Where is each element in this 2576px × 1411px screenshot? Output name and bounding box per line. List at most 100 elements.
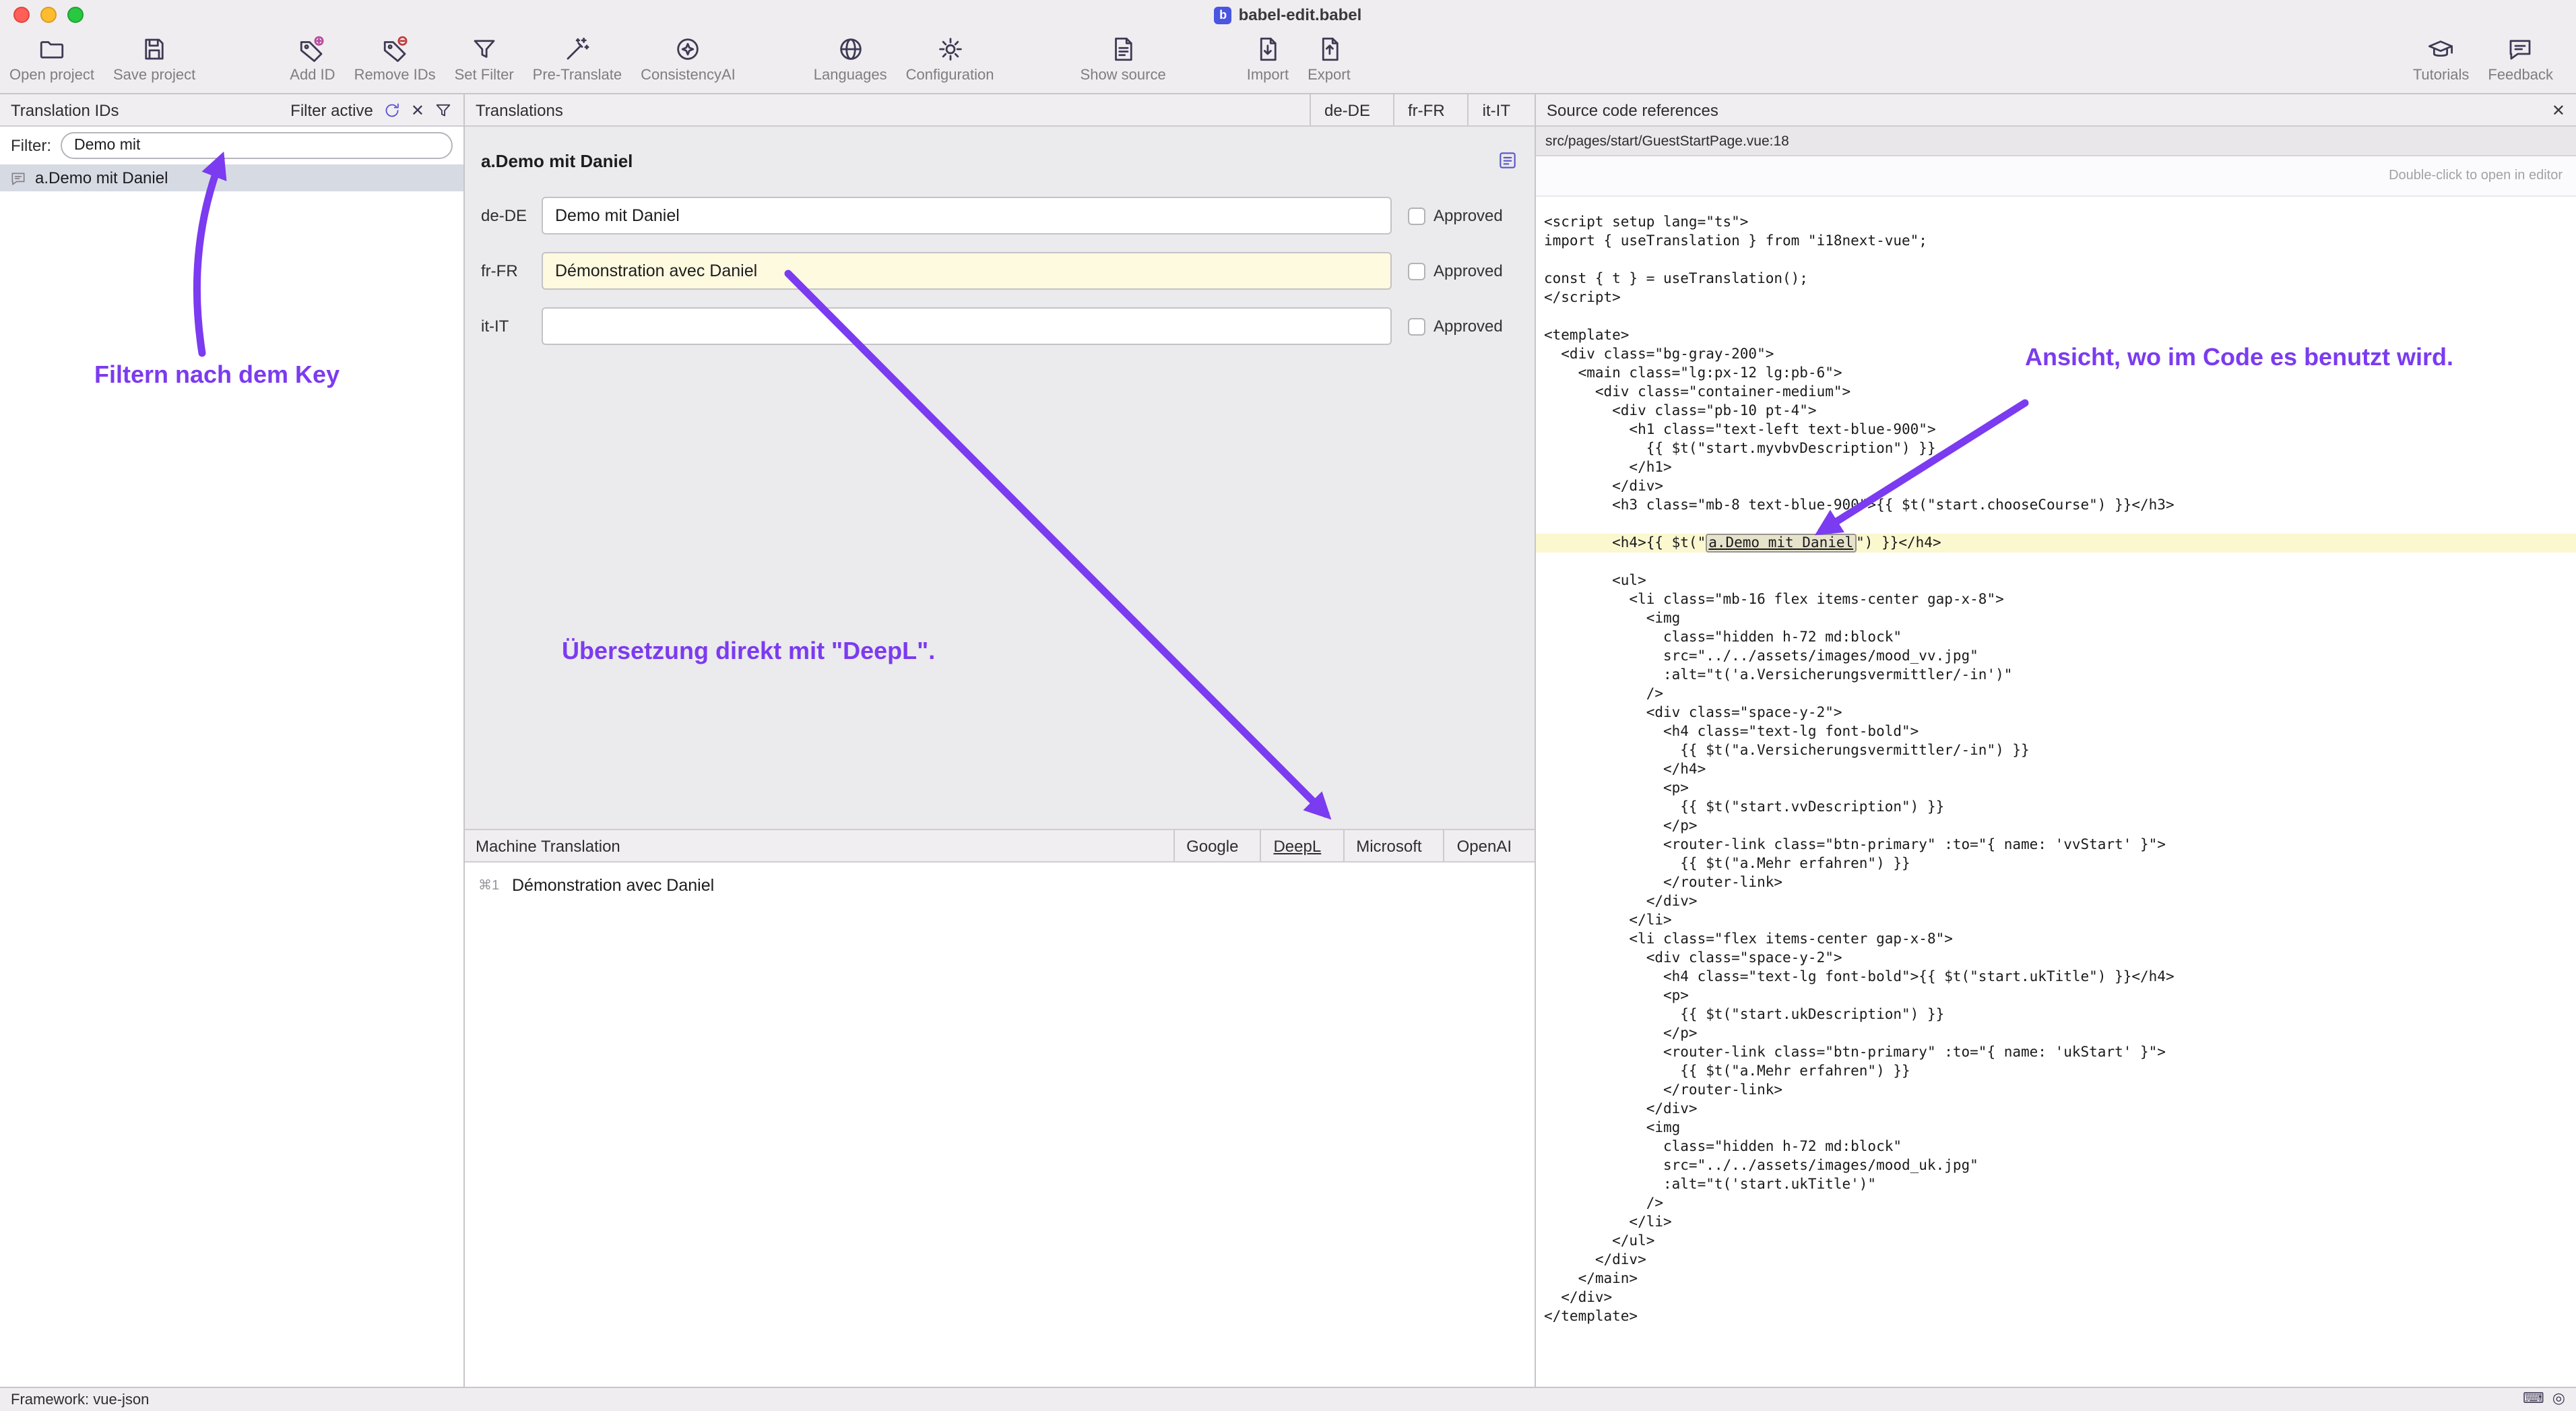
minimize-window-button[interactable] xyxy=(40,7,57,23)
code-line: <h3 class="mb-8 text-blue-900">{{ $t("st… xyxy=(1544,496,2576,515)
target-icon[interactable]: ◎ xyxy=(2552,1392,2565,1407)
source-references-header: Source code references ✕ xyxy=(1536,94,2576,127)
panel-title: Translation IDs xyxy=(11,100,119,119)
toolbar-label: Export xyxy=(1308,67,1351,84)
close-panel-icon[interactable]: ✕ xyxy=(2552,100,2565,119)
toolbar-tutorials[interactable]: Tutorials xyxy=(2404,34,2479,85)
translation-ids-panel: Translation IDs Filter active ✕ Filter: … xyxy=(0,94,465,1387)
code-line: {{ $t("start.vvDescription") }} xyxy=(1544,798,2576,817)
highlighted-translation-key[interactable]: a.Demo mit Daniel xyxy=(1706,534,1856,553)
approved-checkbox-de-DE[interactable] xyxy=(1408,207,1425,224)
code-line: {{ $t("a.Mehr erfahren") }} xyxy=(1544,1062,2576,1081)
toolbar-feedback[interactable]: Feedback xyxy=(2478,34,2563,85)
code-line: </p> xyxy=(1544,1024,2576,1043)
code-line: <template> xyxy=(1544,326,2576,345)
toolbar-label: Save project xyxy=(113,67,195,84)
filter-input[interactable] xyxy=(61,132,453,159)
toolbar-show-source[interactable]: Show source xyxy=(1071,34,1176,85)
mt-shortcut: ⌘1 xyxy=(478,878,500,893)
provider-openai-button[interactable]: OpenAI xyxy=(1444,830,1524,861)
code-line: </div> xyxy=(1544,1100,2576,1119)
code-line: </li> xyxy=(1544,1213,2576,1232)
document-icon xyxy=(1109,35,1137,63)
funnel-icon xyxy=(470,35,498,63)
code-line: :alt="t('start.ukTitle')" xyxy=(1544,1175,2576,1194)
mt-suggestion-row[interactable]: ⌘1 Démonstration avec Daniel xyxy=(465,873,1535,898)
provider-google-button[interactable]: Google xyxy=(1173,830,1250,861)
keyboard-icon[interactable]: ⌨ xyxy=(2523,1392,2544,1407)
translation-row-fr-FR: fr-FR Approved xyxy=(481,252,1518,290)
window-chrome: b babel-edit.babel Open project Save pro… xyxy=(0,0,2576,94)
provider-deepl-button[interactable]: DeepL xyxy=(1260,830,1333,861)
toolbar-pre-translate[interactable]: Pre-Translate xyxy=(523,34,631,85)
code-line: </router-link> xyxy=(1544,1081,2576,1100)
refresh-filter-icon[interactable] xyxy=(383,100,401,119)
approved-checkbox-it-IT[interactable] xyxy=(1408,317,1425,335)
filter-active-label: Filter active xyxy=(290,100,373,119)
approved-checkbox-fr-FR[interactable] xyxy=(1408,262,1425,280)
toolbar-consistency-ai[interactable]: ConsistencyAI xyxy=(631,34,745,85)
translation-row-de-DE: de-DE Approved xyxy=(481,197,1518,234)
window-title: b babel-edit.babel xyxy=(1215,5,1362,24)
code-line: <router-link class="btn-primary" :to="{ … xyxy=(1544,836,2576,854)
translation-input-it-IT[interactable] xyxy=(542,307,1392,345)
jump-it-IT-button[interactable]: it-IT xyxy=(1468,94,1524,125)
code-line: class="hidden h-72 md:block" xyxy=(1544,1137,2576,1156)
code-line: <h1 class="text-left text-blue-900"> xyxy=(1544,420,2576,439)
code-line: </h1> xyxy=(1544,458,2576,477)
code-line: </main> xyxy=(1544,1269,2576,1288)
panel-title: Machine Translation xyxy=(476,836,620,855)
toolbar-label: Set Filter xyxy=(455,67,514,84)
toolbar-add-id[interactable]: Add ID xyxy=(280,34,344,85)
clear-filter-icon[interactable]: ✕ xyxy=(411,100,424,119)
translation-input-fr-FR[interactable] xyxy=(542,252,1392,290)
code-line: import { useTranslation } from "i18next-… xyxy=(1544,232,2576,251)
translation-input-de-DE[interactable] xyxy=(542,197,1392,234)
toolbar-languages[interactable]: Languages xyxy=(804,34,897,85)
toolbar-open-project[interactable]: Open project xyxy=(0,34,104,85)
toolbar-save-project[interactable]: Save project xyxy=(104,34,205,85)
source-references-panel: Source code references ✕ src/pages/start… xyxy=(1535,94,2576,1387)
toolbar-configuration[interactable]: Configuration xyxy=(897,34,1004,85)
language-label: it-IT xyxy=(481,317,542,336)
toolbar-label: ConsistencyAI xyxy=(641,67,736,84)
globe-icon xyxy=(836,35,864,63)
translation-id-item[interactable]: a.Demo mit Daniel xyxy=(0,164,463,191)
comment-icon[interactable] xyxy=(1497,150,1518,171)
toolbar-label: Import xyxy=(1247,67,1289,84)
toolbar-label: Configuration xyxy=(906,67,994,84)
close-window-button[interactable] xyxy=(13,7,30,23)
filter-icon[interactable] xyxy=(434,100,453,119)
toolbar-import[interactable]: Import xyxy=(1237,34,1298,85)
annotation-deepl-note: Übersetzung direkt mit "DeepL". xyxy=(562,637,935,666)
editor-hint-bar: Double-click to open in editor xyxy=(1536,156,2576,197)
provider-microsoft-button[interactable]: Microsoft xyxy=(1343,830,1434,861)
sparkle-icon xyxy=(674,35,702,63)
translation-row-it-IT: it-IT Approved xyxy=(481,307,1518,345)
code-line: src="../../assets/images/mood_uk.jpg" xyxy=(1544,1156,2576,1175)
zoom-window-button[interactable] xyxy=(67,7,84,23)
speech-bubble-icon xyxy=(2507,35,2535,63)
code-line: <div class="space-y-2"> xyxy=(1544,703,2576,722)
code-line: /> xyxy=(1544,685,2576,703)
translations-header: Translations de-DE fr-FR it-IT xyxy=(465,94,1535,127)
toolbar-set-filter[interactable]: Set Filter xyxy=(445,34,523,85)
jump-fr-FR-button[interactable]: fr-FR xyxy=(1393,94,1458,125)
babeledit-window: b babel-edit.babel Open project Save pro… xyxy=(0,0,2576,1411)
comment-bubble-icon xyxy=(9,169,27,187)
annotation-source-note: Ansicht, wo im Code es benutzt wird. xyxy=(2025,344,2453,372)
source-file-tab[interactable]: src/pages/start/GuestStartPage.vue:18 xyxy=(1545,133,1789,149)
save-icon xyxy=(140,35,168,63)
tag-plus-icon xyxy=(298,35,327,63)
jump-de-DE-button[interactable]: de-DE xyxy=(1310,94,1384,125)
code-line: <div class="pb-10 pt-4"> xyxy=(1544,402,2576,420)
toolbar-remove-ids[interactable]: Remove IDs xyxy=(345,34,445,85)
approved-label: Approved xyxy=(1434,261,1503,280)
code-line: <script setup lang="ts"> xyxy=(1544,213,2576,232)
code-line: <h4 class="text-lg font-bold">{{ $t("sta… xyxy=(1544,968,2576,986)
code-line: </p> xyxy=(1544,817,2576,836)
translation-ids-header: Translation IDs Filter active ✕ xyxy=(0,94,463,127)
app-icon: b xyxy=(1215,6,1232,24)
toolbar-export[interactable]: Export xyxy=(1298,34,1360,85)
entry-header: a.Demo mit Daniel xyxy=(481,146,1518,175)
